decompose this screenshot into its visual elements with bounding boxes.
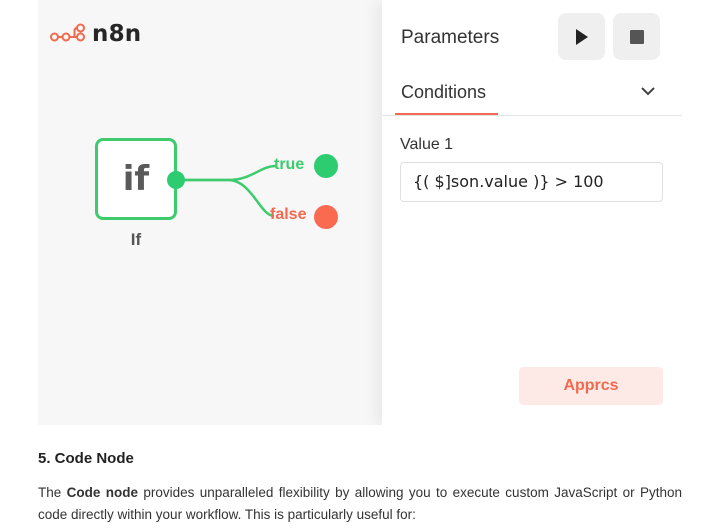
play-icon xyxy=(575,28,588,45)
panel-title: Parameters xyxy=(401,27,500,48)
para-bold: Code node xyxy=(66,485,139,500)
true-output-label: true xyxy=(274,156,305,173)
value-1-label: Value 1 xyxy=(400,136,454,153)
chevron-down-icon[interactable] xyxy=(640,84,656,98)
if-node[interactable]: if xyxy=(95,138,177,220)
workflow-screenshot: n8n if If true false Parameters Conditio… xyxy=(38,0,682,425)
stop-icon xyxy=(629,29,644,44)
if-node-icon: if xyxy=(122,159,150,199)
para-start: The xyxy=(38,485,67,500)
article-section: 5. Code Node The Code node provides unpa… xyxy=(38,450,682,526)
false-output-label: false xyxy=(270,206,307,223)
false-output-dot[interactable] xyxy=(314,205,338,229)
panel-divider xyxy=(382,115,682,116)
if-node-label: If xyxy=(130,230,142,249)
false-connection xyxy=(184,178,275,218)
apply-button[interactable]: Apprcs xyxy=(519,367,663,405)
tab-conditions[interactable]: Conditions xyxy=(401,82,486,103)
play-button[interactable] xyxy=(558,13,605,60)
stop-button[interactable] xyxy=(613,13,660,60)
section-paragraph: The Code node provides unparalleled flex… xyxy=(38,482,682,526)
if-output-port[interactable] xyxy=(167,171,185,189)
parameters-panel: Parameters Conditions Value 1 {( $]son.v… xyxy=(382,0,682,425)
true-connection xyxy=(184,164,277,182)
value-1-input[interactable]: {( $]son.value )} > 100 xyxy=(400,162,663,202)
section-heading: 5. Code Node xyxy=(38,450,134,467)
true-output-dot[interactable] xyxy=(314,154,338,178)
workflow-canvas: n8n if If true false xyxy=(38,0,382,425)
